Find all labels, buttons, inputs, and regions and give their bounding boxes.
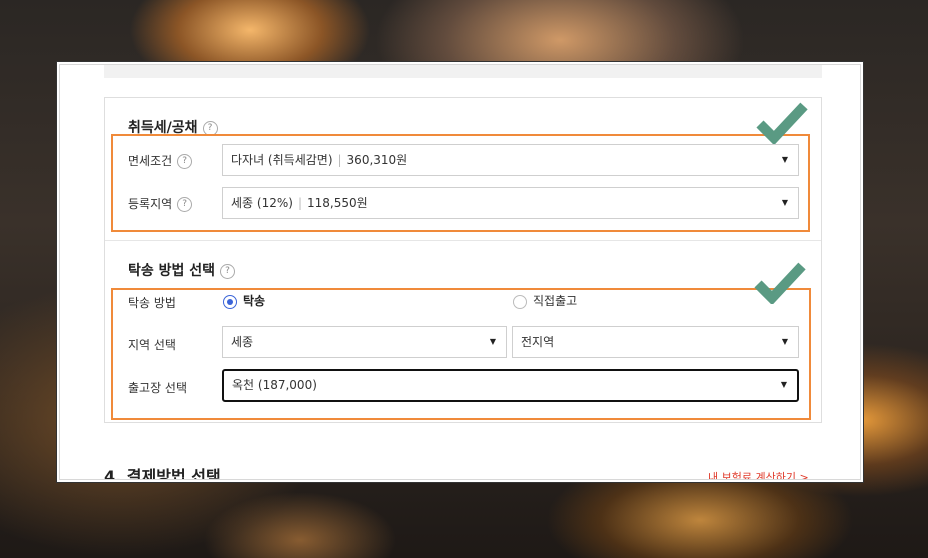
delivery-method-label: 탁송 방법 [128, 296, 176, 310]
dropdown-caret-icon: ▼ [781, 155, 788, 164]
delivery-region-value: 세종 [231, 335, 254, 349]
delivery-title: 탁송 방법 선택? [128, 260, 236, 280]
delivery-area-value: 전지역 [521, 335, 555, 349]
region-label: 등록지역? [128, 195, 193, 212]
region-label-text: 등록지역 [128, 197, 173, 211]
screenshot-panel: 취득세/공채? 면세조건? 다자녀 (취득세감면) | 360,310원 ▼ 등록지… [56, 61, 864, 483]
region-select-label: 지역 선택 [128, 338, 176, 352]
exemption-label-text: 면세조건 [128, 154, 173, 168]
dropdown-caret-icon: ▼ [780, 380, 787, 389]
insurance-calc-link[interactable]: 내 보험료 계산하기 > [708, 469, 809, 479]
value-separator: | [337, 153, 342, 167]
delivery-area-select[interactable]: 전지역 ▼ [512, 326, 799, 358]
options-card: 취득세/공채? 면세조건? 다자녀 (취득세감면) | 360,310원 ▼ 등록지… [104, 97, 822, 423]
value-separator: | [297, 196, 302, 210]
registration-region-select[interactable]: 세종 (12%) | 118,550원 ▼ [222, 187, 799, 219]
radio-selected-icon [223, 294, 237, 309]
dropdown-caret-icon: ▼ [781, 198, 788, 207]
depot-label: 출고장 선택 [128, 381, 188, 395]
radio-unselected-icon [513, 294, 527, 309]
delivery-help-icon[interactable]: ? [220, 263, 236, 279]
depot-select[interactable]: 옥천 (187,000) ▼ [222, 369, 799, 402]
exemption-help-icon[interactable]: ? [177, 154, 193, 169]
check-mark-icon [756, 102, 808, 144]
payment-step-title: 4. 결제방법 선택 [104, 467, 221, 480]
region-value-sub: 118,550원 [306, 196, 368, 210]
exemption-value-main: 다자녀 (취득세감면) [231, 153, 333, 167]
previous-section-bar [104, 65, 822, 78]
exemption-value-sub: 360,310원 [346, 153, 408, 167]
radio-option-direct-pickup[interactable]: 직접출고 [513, 293, 577, 309]
region-help-icon[interactable]: ? [177, 197, 193, 212]
page-area: 취득세/공채? 면세조건? 다자녀 (취득세감면) | 360,310원 ▼ 등록지… [59, 64, 861, 480]
dropdown-caret-icon: ▼ [489, 337, 496, 346]
exemption-label: 면세조건? [128, 152, 193, 169]
radio-option-label: 탁송 [243, 294, 266, 308]
exemption-select[interactable]: 다자녀 (취득세감면) | 360,310원 ▼ [222, 144, 799, 176]
delivery-title-text: 탁송 방법 선택 [128, 263, 216, 279]
region-value-main: 세종 (12%) [231, 196, 293, 210]
section-divider [105, 240, 821, 241]
check-mark-icon [754, 262, 806, 304]
depot-value: 옥천 (187,000) [232, 378, 317, 392]
radio-option-label: 직접출고 [533, 294, 578, 308]
radio-option-tak-song[interactable]: 탁송 [223, 293, 265, 309]
delivery-region-select[interactable]: 세종 ▼ [222, 326, 507, 358]
dropdown-caret-icon: ▼ [781, 337, 788, 346]
